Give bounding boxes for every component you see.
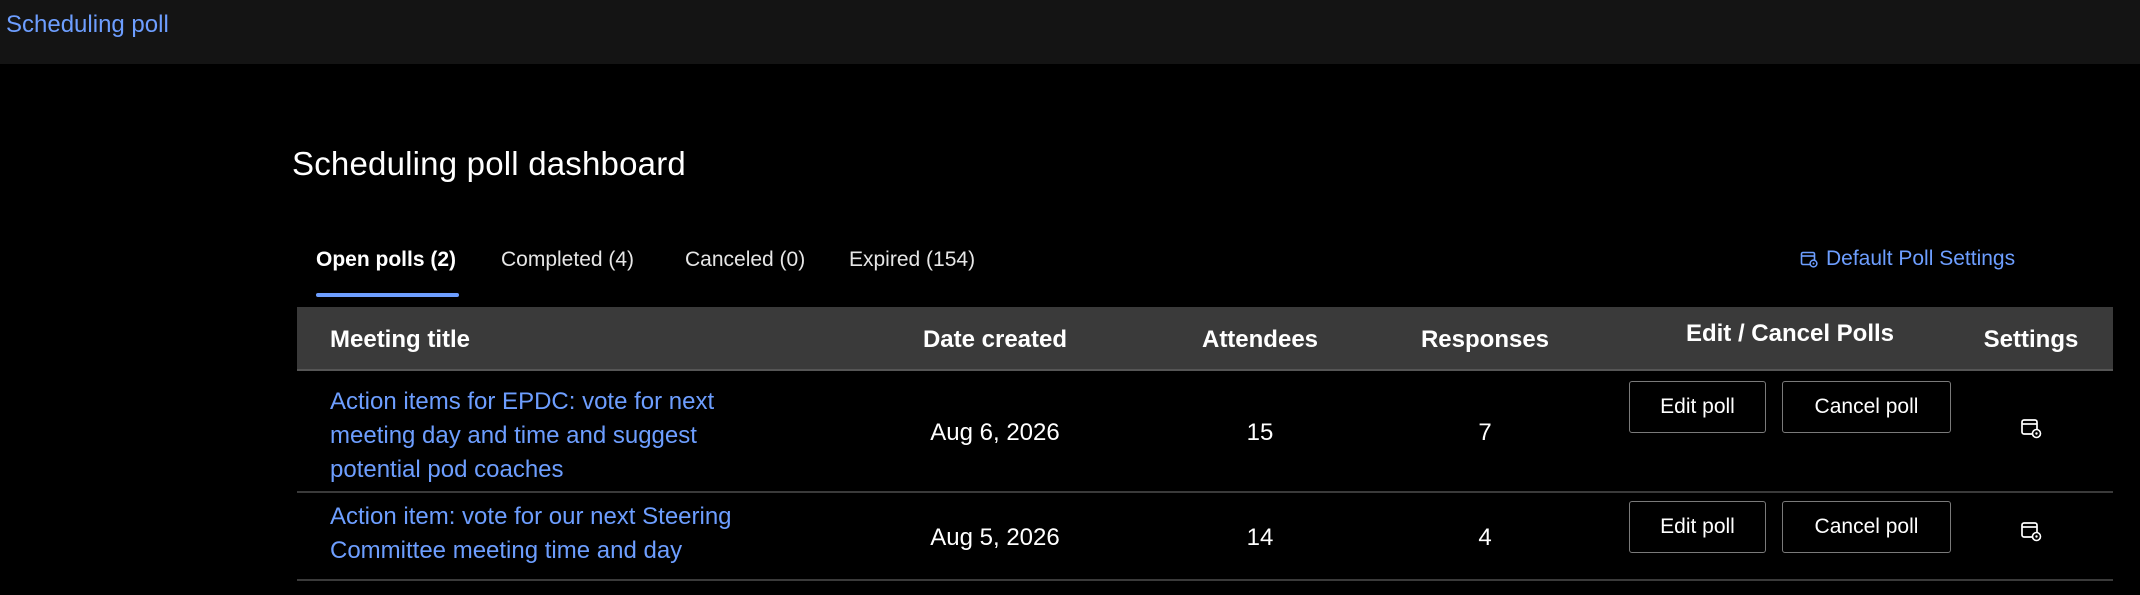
column-edit-cancel: Edit / Cancel Polls [1685, 320, 1895, 347]
date-created: Aug 6, 2026 [930, 419, 1060, 446]
column-settings: Settings [1983, 326, 2079, 353]
app-title-link[interactable]: Scheduling poll [6, 11, 169, 39]
responses-count: 7 [1478, 419, 1492, 446]
active-tab-indicator [316, 293, 459, 297]
calendar-settings-icon [1800, 251, 1818, 268]
table-header: Meeting title Date created Attendees Res… [297, 307, 2113, 371]
tab-canceled[interactable]: Canceled (0) [685, 248, 805, 284]
calendar-settings-icon[interactable] [2020, 520, 2042, 542]
cancel-poll-button[interactable]: Cancel poll [1782, 501, 1951, 553]
attendees-count: 14 [1246, 524, 1274, 551]
top-bar: Scheduling poll [0, 0, 2140, 64]
column-date-created: Date created [922, 326, 1068, 353]
column-meeting-title: Meeting title [330, 326, 471, 353]
tab-open-polls[interactable]: Open polls (2) [316, 248, 456, 284]
polls-table: Meeting title Date created Attendees Res… [297, 307, 2113, 581]
cancel-poll-button[interactable]: Cancel poll [1782, 381, 1951, 433]
table-row: Action items for EPDC: vote for next mee… [297, 371, 2113, 493]
tab-expired[interactable]: Expired (154) [849, 248, 975, 284]
date-created: Aug 5, 2026 [930, 524, 1060, 551]
default-poll-settings-label: Default Poll Settings [1826, 247, 2016, 270]
tab-completed[interactable]: Completed (4) [501, 248, 634, 284]
default-poll-settings-link[interactable]: Default Poll Settings [1800, 247, 2015, 271]
edit-poll-button[interactable]: Edit poll [1629, 501, 1766, 553]
column-attendees: Attendees [1201, 326, 1319, 353]
responses-count: 4 [1478, 524, 1492, 551]
page-title: Scheduling poll dashboard [292, 145, 686, 182]
edit-poll-button[interactable]: Edit poll [1629, 381, 1766, 433]
attendees-count: 15 [1246, 419, 1274, 446]
calendar-settings-icon[interactable] [2020, 417, 2042, 439]
meeting-title-link[interactable]: Action item: vote for our next Steering … [330, 500, 790, 568]
meeting-title-link[interactable]: Action items for EPDC: vote for next mee… [330, 385, 790, 487]
table-row: Action item: vote for our next Steering … [297, 493, 2113, 581]
column-responses: Responses [1420, 326, 1550, 353]
